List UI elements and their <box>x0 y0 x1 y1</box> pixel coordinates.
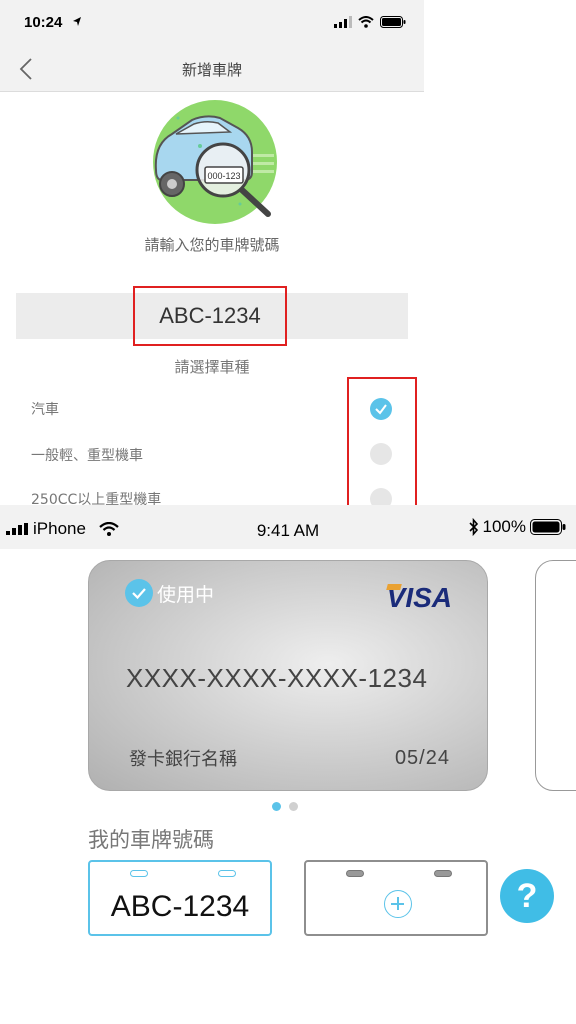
payment-card[interactable]: 使用中 VISA XXXX-XXXX-XXXX-1234 發卡銀行名稱 05/2… <box>88 560 488 791</box>
wallet-screen: iPhone 9:41 AM 100% 使用中 VISA XXXX-XXXX-X… <box>0 505 576 1024</box>
help-button[interactable]: ? <box>500 869 554 923</box>
vehicle-type-scooter-label[interactable]: 一般輕、重型機車 <box>31 445 143 465</box>
battery-icon <box>530 519 566 535</box>
card-number: XXXX-XXXX-XXXX-1234 <box>126 663 428 693</box>
plate-hole <box>130 870 148 877</box>
add-plate-button[interactable] <box>304 860 488 936</box>
wifi-icon <box>358 16 374 28</box>
status-time: 10:24 <box>24 14 63 31</box>
nav-bar: 新增車牌 <box>0 48 424 92</box>
card-expiry: 05/24 <box>394 747 450 769</box>
plate-card[interactable]: ABC-1234 <box>88 860 272 936</box>
illustration-plate-text: 000-123 <box>207 171 240 181</box>
plate-hole <box>346 870 364 877</box>
page-title: 新增車牌 <box>181 61 242 79</box>
pager-dot[interactable] <box>289 802 298 811</box>
plate-number: ABC-1234 <box>110 890 250 923</box>
status-bar: 10:24 <box>0 0 424 48</box>
card-in-use-badge: 使用中 <box>125 579 214 607</box>
add-plate-screen: 10:24 新增車牌 000-123 請輸入您的車牌號碼 ABC-1234 請選… <box>0 0 424 505</box>
card-bank-name: 發卡銀行名稱 <box>129 749 237 770</box>
car-search-illustration: 000-123 <box>153 100 277 224</box>
card-pager <box>272 802 298 811</box>
plate-prompt: 請輸入您的車牌號碼 <box>144 236 280 254</box>
battery-percent: 100% <box>482 517 526 536</box>
pager-dot-active[interactable] <box>272 802 281 811</box>
plate-hole <box>218 870 236 877</box>
check-icon <box>125 579 153 607</box>
plate-hole <box>434 870 452 877</box>
battery-icon <box>380 16 406 28</box>
vehicle-type-heavy-motorcycle-label[interactable]: 250CC以上重型機車 <box>31 489 161 505</box>
next-card-peek[interactable] <box>535 560 576 791</box>
location-arrow-icon <box>73 17 81 26</box>
bluetooth-icon <box>468 518 478 536</box>
status-bar: iPhone 9:41 AM 100% <box>0 505 576 549</box>
plate-input[interactable]: ABC-1234 <box>133 286 287 346</box>
signal-icon <box>334 16 352 28</box>
my-plates-title: 我的車牌號碼 <box>88 828 214 852</box>
selection-highlight-box <box>347 377 417 505</box>
card-status-label: 使用中 <box>157 583 215 606</box>
card-brand-logo: VISA <box>386 582 452 613</box>
plus-icon <box>384 890 412 918</box>
choose-type-label: 請選擇車種 <box>174 358 250 376</box>
vehicle-type-car-label[interactable]: 汽車 <box>31 399 59 419</box>
